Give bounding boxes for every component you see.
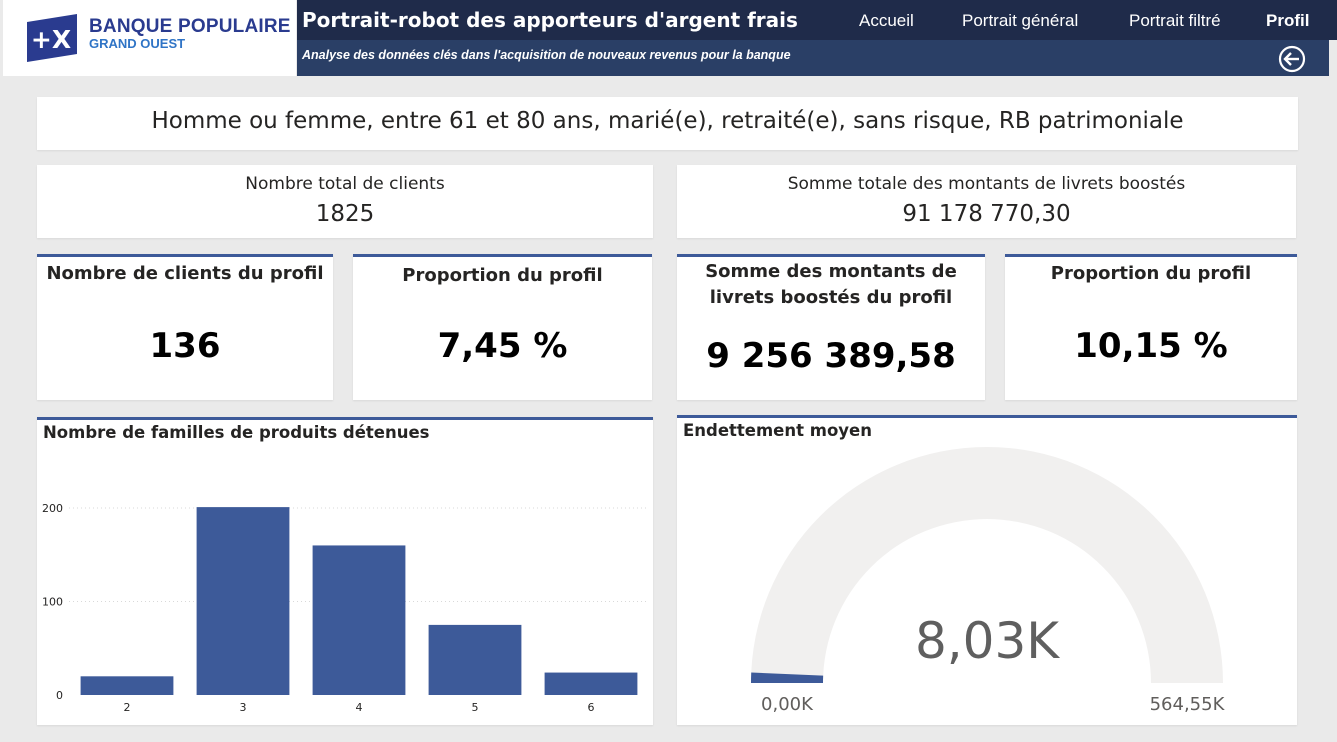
page-title: Portrait-robot des apporteurs d'argent f… (302, 8, 798, 32)
subtitle-bar: Analyse des données clés dans l'acquisit… (297, 40, 1329, 76)
debt-gauge: 8,03K 0,00K 564,55K (751, 447, 1226, 715)
profile-clients-card: Nombre de clients du profil 136 (37, 254, 333, 400)
bar-chart: 0 100 200 2 3 4 5 6 (42, 502, 649, 714)
nav-accueil[interactable]: Accueil (859, 11, 914, 31)
profile-amount-share-label: Proportion du profil (1050, 263, 1252, 284)
profile-amount-value: 9 256 389,58 (706, 336, 956, 376)
profile-description-card: Homme ou femme, entre 61 et 80 ans, mari… (37, 97, 1298, 150)
logo-region: GRAND OUEST (89, 36, 186, 51)
bank-logo-mark: +X (31, 25, 71, 54)
total-amount-label: Somme totale des montants de livrets boo… (787, 174, 1186, 194)
bar-6[interactable] (544, 672, 638, 695)
profile-clients-label: Nombre de clients du profil (46, 263, 324, 284)
y-tick-label: 0 (56, 689, 63, 702)
total-amount-value: 91 178 770,30 (902, 201, 1071, 227)
bar-4[interactable] (312, 545, 406, 695)
profile-clients-share-card: Proportion du profil 7,45 % (353, 254, 652, 400)
bar-5[interactable] (428, 624, 522, 695)
gauge-min-label: 0,00K (761, 694, 814, 715)
bar-3[interactable] (196, 507, 290, 695)
total-amount-card: Somme totale des montants de livrets boo… (677, 165, 1296, 238)
gauge-value: 8,03K (915, 612, 1060, 670)
y-tick-label: 200 (42, 502, 63, 515)
bank-logo-icon: +X (27, 14, 77, 62)
x-tick-label: 3 (240, 701, 247, 714)
header: +X BANQUE POPULAIRE GRAND OUEST Portrait… (0, 0, 1337, 78)
x-tick-label: 6 (588, 701, 595, 714)
y-tick-label: 100 (42, 596, 63, 609)
x-tick-label: 5 (472, 701, 479, 714)
logo-name: BANQUE POPULAIRE (89, 16, 291, 37)
nav-portrait-general[interactable]: Portrait général (962, 11, 1078, 31)
x-tick-label: 2 (124, 701, 131, 714)
profile-clients-share-value: 7,45 % (437, 326, 568, 366)
total-clients-value: 1825 (315, 201, 375, 227)
nav-portrait-filtre[interactable]: Portrait filtré (1129, 11, 1221, 31)
total-clients-label: Nombre total de clients (245, 174, 445, 194)
profile-amount-card: Somme des montants de livrets boostés du… (677, 254, 985, 400)
profile-amount-share-value: 10,15 % (1074, 326, 1228, 366)
profile-amount-share-card: Proportion du profil 10,15 % (1005, 254, 1297, 400)
nav-profil[interactable]: Profil (1266, 11, 1309, 31)
bank-logo: +X BANQUE POPULAIRE GRAND OUEST (3, 0, 296, 76)
circle-arrow-left-icon[interactable] (1277, 44, 1307, 74)
x-tick-label: 4 (356, 701, 363, 714)
total-clients-card: Nombre total de clients 1825 (37, 165, 653, 238)
profile-description: Homme ou femme, entre 61 et 80 ans, mari… (151, 108, 1184, 134)
profile-clients-value: 136 (149, 326, 221, 366)
profile-amount-label: Somme des montants de livrets boostés du… (705, 261, 957, 308)
bar-2[interactable] (80, 676, 174, 695)
title-bar: Portrait-robot des apporteurs d'argent f… (297, 0, 1337, 40)
product-families-chart-card: Nombre de familles de produits détenues … (37, 417, 653, 725)
profile-clients-share-label: Proportion du profil (402, 265, 603, 286)
page-subtitle: Analyse des données clés dans l'acquisit… (302, 48, 791, 62)
gauge-max-label: 564,55K (1150, 694, 1226, 715)
debt-gauge-card: Endettement moyen 8,03K 0,00K 564,55K (677, 415, 1297, 725)
